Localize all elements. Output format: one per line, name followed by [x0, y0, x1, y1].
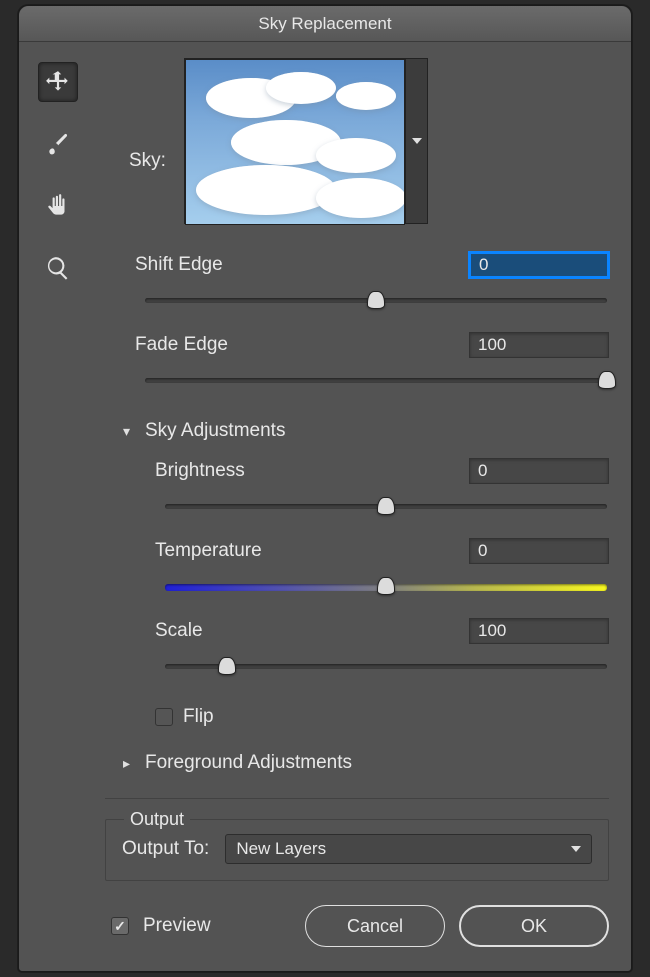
sky-preset-picker[interactable] [184, 58, 428, 224]
sky-replacement-dialog: Sky Replacement Sky: [18, 5, 632, 972]
brightness-input[interactable] [469, 458, 609, 484]
brush-icon [45, 131, 71, 157]
divider [105, 798, 609, 799]
ok-button[interactable]: OK [459, 905, 609, 947]
output-to-value: New Layers [236, 839, 326, 859]
brightness-slider[interactable] [165, 494, 607, 524]
scale-input[interactable] [469, 618, 609, 644]
foreground-adjustments-section[interactable]: ▸ Foreground Adjustments [123, 752, 609, 774]
brush-tool[interactable] [38, 124, 78, 164]
output-legend: Output [124, 809, 190, 830]
temperature-input[interactable] [469, 538, 609, 564]
output-to-label: Output To: [122, 838, 209, 860]
temperature-label: Temperature [155, 540, 262, 562]
chevron-right-icon: ▸ [123, 755, 139, 772]
sky-thumbnail [185, 59, 405, 225]
slider-thumb[interactable] [367, 291, 385, 309]
scale-label: Scale [155, 620, 203, 642]
sky-adjustments-label: Sky Adjustments [145, 420, 285, 442]
preview-checkbox[interactable] [111, 917, 129, 935]
scale-slider[interactable] [165, 654, 607, 684]
move-tool[interactable] [38, 62, 78, 102]
hand-icon [45, 193, 71, 219]
zoom-tool[interactable] [38, 248, 78, 288]
foreground-adjustments-label: Foreground Adjustments [145, 752, 352, 774]
sky-adjustments-section[interactable]: ▾ Sky Adjustments [123, 420, 609, 442]
hand-tool[interactable] [38, 186, 78, 226]
output-to-select[interactable]: New Layers [225, 834, 592, 864]
preview-label: Preview [143, 915, 211, 937]
sky-label: Sky: [129, 150, 166, 172]
toolbar [19, 58, 97, 971]
flip-checkbox[interactable] [155, 708, 173, 726]
chevron-down-icon [405, 59, 427, 223]
temperature-slider[interactable] [165, 574, 607, 604]
shift-edge-slider[interactable] [145, 288, 607, 318]
shift-edge-input[interactable] [469, 252, 609, 278]
chevron-down-icon [571, 846, 581, 853]
titlebar[interactable]: Sky Replacement [19, 6, 631, 42]
move-icon [45, 69, 71, 95]
brightness-label: Brightness [155, 460, 245, 482]
fade-edge-slider[interactable] [145, 368, 607, 398]
fade-edge-label: Fade Edge [135, 334, 228, 356]
slider-thumb[interactable] [377, 577, 395, 595]
chevron-down-icon: ▾ [123, 423, 139, 440]
magnifier-icon [45, 255, 71, 281]
slider-thumb[interactable] [218, 657, 236, 675]
slider-thumb[interactable] [598, 371, 616, 389]
slider-thumb[interactable] [377, 497, 395, 515]
fade-edge-input[interactable] [469, 332, 609, 358]
flip-label: Flip [183, 706, 214, 728]
shift-edge-label: Shift Edge [135, 254, 223, 276]
cancel-button[interactable]: Cancel [305, 905, 445, 947]
output-fieldset: Output Output To: New Layers [105, 819, 609, 881]
